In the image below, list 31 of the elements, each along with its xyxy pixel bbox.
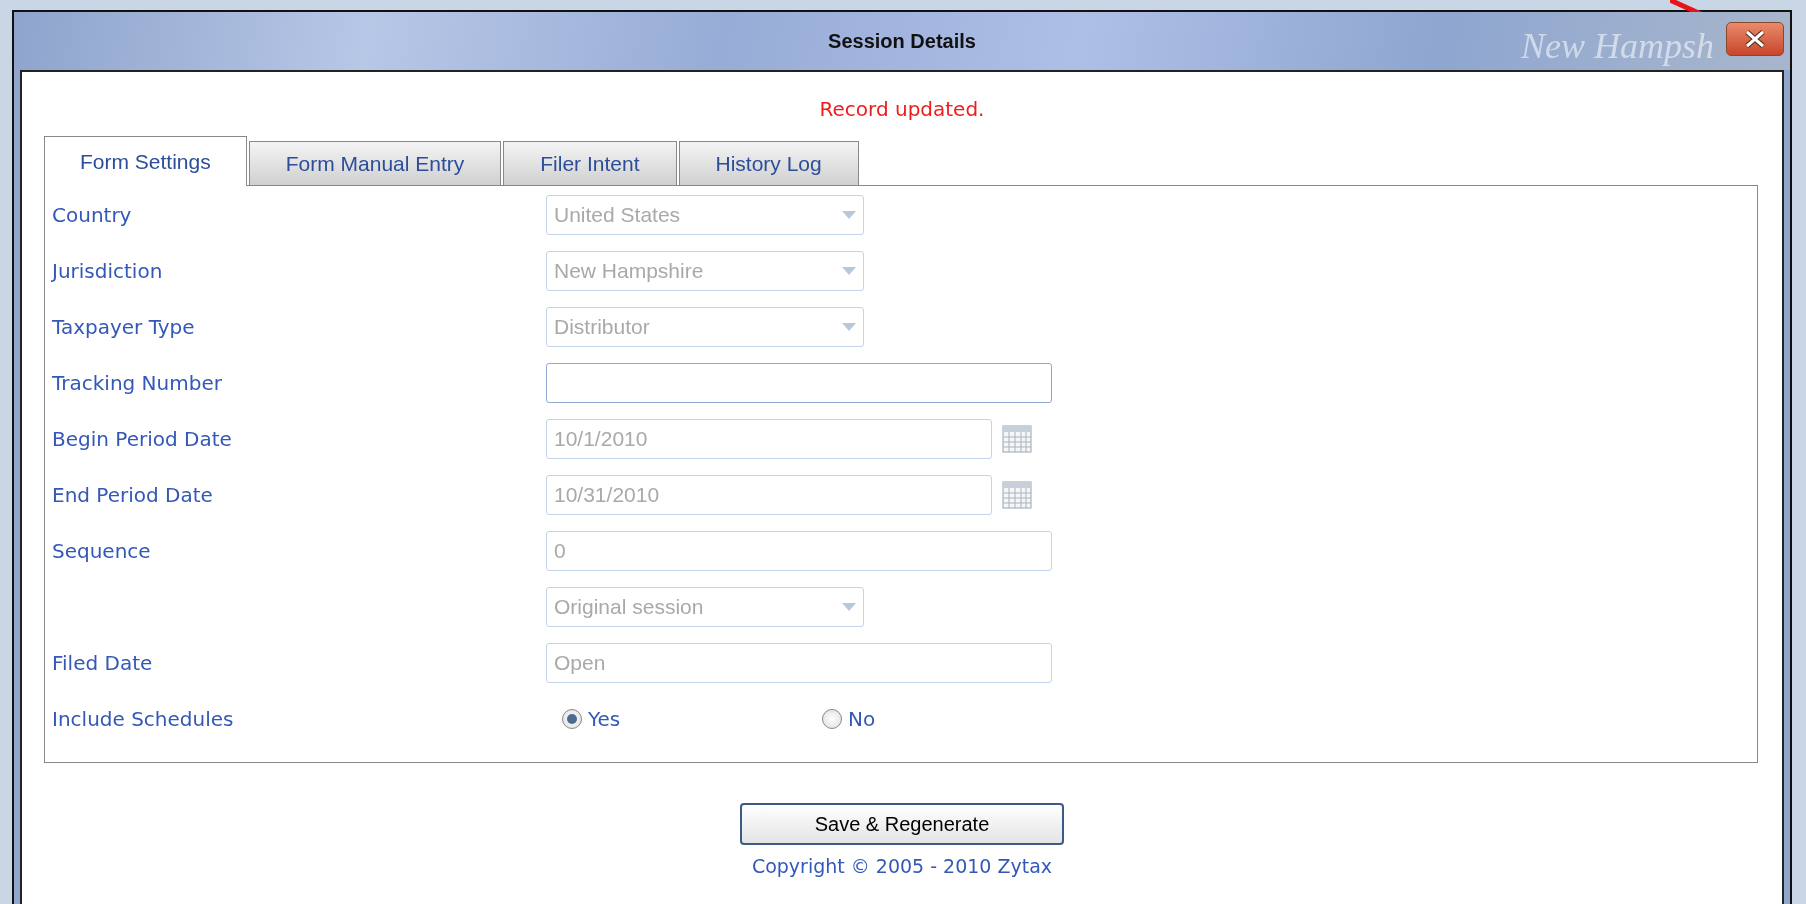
tab[interactable]: Form Settings xyxy=(44,136,247,186)
field-label: Tracking Number xyxy=(52,371,223,395)
tab[interactable]: History Log xyxy=(678,141,859,185)
field-label: Sequence xyxy=(52,539,152,563)
field-label: Filed Date xyxy=(52,651,154,675)
dropdown-caret-icon xyxy=(842,211,856,219)
field-label: Include Schedules xyxy=(52,707,235,731)
tab[interactable]: Filer Intent xyxy=(503,141,677,185)
field-label: Country xyxy=(52,203,133,227)
field-label: Jurisdiction xyxy=(52,259,164,283)
save-button[interactable]: Save & Regenerate xyxy=(740,803,1064,845)
window-title: Session Details xyxy=(828,29,976,53)
dropdown-caret-icon xyxy=(842,267,856,275)
radio-option[interactable]: Yes xyxy=(562,707,822,731)
tab[interactable]: Form Manual Entry xyxy=(248,141,502,185)
close-icon xyxy=(1744,30,1766,48)
status-message: Record updated. xyxy=(819,97,985,123)
field-label: End Period Date xyxy=(52,483,214,507)
calendar-icon[interactable] xyxy=(1002,425,1032,453)
input-field[interactable] xyxy=(546,363,1052,403)
close-button[interactable] xyxy=(1726,22,1784,56)
header-background-text: New Hampsh xyxy=(1521,26,1714,66)
calendar-icon[interactable] xyxy=(1002,481,1032,509)
radio-button[interactable] xyxy=(562,709,582,729)
radio-option[interactable]: No xyxy=(822,707,876,731)
dropdown-caret-icon xyxy=(842,603,856,611)
copyright-text: Copyright © 2005 - 2010 Zytax xyxy=(751,855,1053,877)
field-label: Taxpayer Type xyxy=(52,315,196,339)
radio-button[interactable] xyxy=(822,709,842,729)
dropdown-caret-icon xyxy=(842,323,856,331)
field-label: Begin Period Date xyxy=(52,427,233,451)
